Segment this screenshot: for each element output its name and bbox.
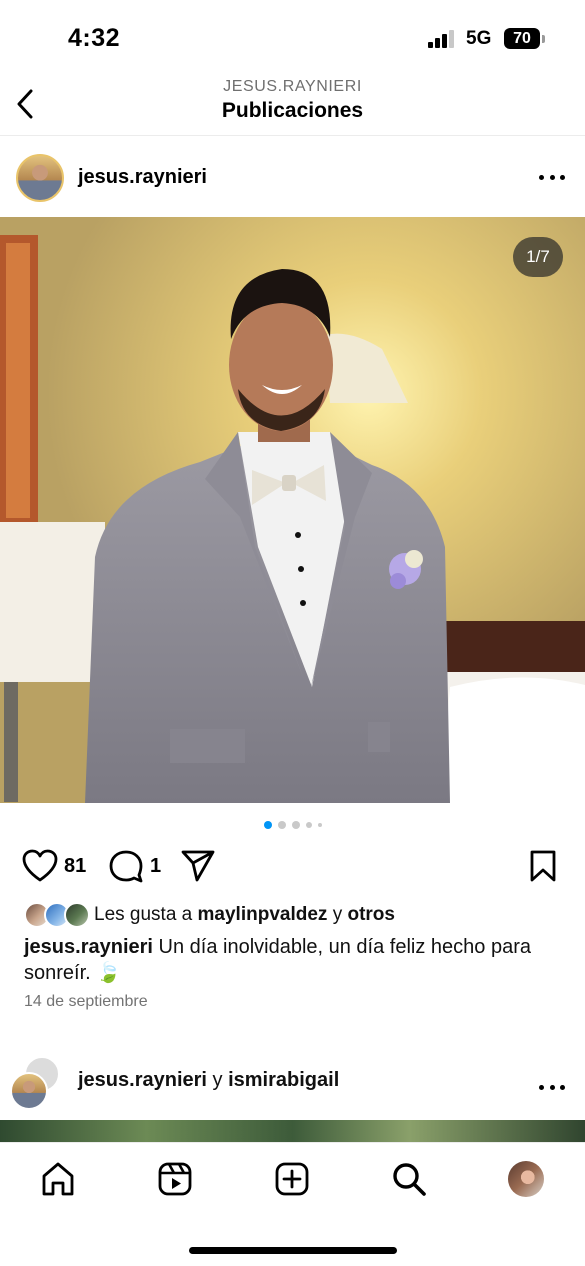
plus-square-icon <box>275 1162 309 1196</box>
next-post-user1[interactable]: jesus.raynieri <box>78 1069 207 1091</box>
tab-create[interactable] <box>272 1159 312 1199</box>
carousel-dot <box>305 822 312 828</box>
next-post-authors: jesus.raynieri y ismirabigail <box>78 1069 340 1091</box>
post-action-bar: 81 1 <box>0 843 585 889</box>
post-photo[interactable]: 1/7 <box>0 217 585 803</box>
status-bar: 4:32 5G 70 <box>0 0 585 70</box>
avatar <box>64 902 90 928</box>
next-post-header: jesus.raynieri y ismirabigail <box>0 1050 585 1120</box>
post-caption: jesus.raynieri Un día inolvidable, un dí… <box>24 934 564 986</box>
status-time: 4:32 <box>68 24 121 52</box>
tab-reels[interactable] <box>155 1159 195 1199</box>
tab-search[interactable] <box>389 1159 429 1199</box>
battery-icon: 70 <box>504 28 540 49</box>
caption-username[interactable]: jesus.raynieri <box>24 936 153 958</box>
share-button[interactable] <box>180 849 216 883</box>
post-author-username[interactable]: jesus.raynieri <box>78 166 207 189</box>
comment-button[interactable]: 1 <box>108 849 161 883</box>
home-indicator <box>189 1247 397 1254</box>
network-type: 5G <box>466 28 492 49</box>
reels-icon <box>158 1162 192 1196</box>
carousel-dot-active <box>263 821 272 829</box>
tab-profile[interactable] <box>506 1159 546 1199</box>
post-date: 14 de septiembre <box>24 993 148 1010</box>
comment-count: 1 <box>150 854 162 877</box>
next-post-photo[interactable] <box>0 1120 585 1142</box>
more-horizontal-icon <box>539 1084 544 1090</box>
post-more-button[interactable] <box>539 167 565 187</box>
liker-username[interactable]: maylinpvaldez <box>198 904 328 925</box>
liker-avatars <box>24 901 94 929</box>
bookmark-icon <box>530 850 556 882</box>
profile-avatar <box>508 1161 544 1197</box>
nav-header: JESUS.RAYNIERI Publicaciones <box>0 70 585 136</box>
like-count: 81 <box>64 854 87 877</box>
paper-plane-icon <box>181 850 215 882</box>
battery-tip <box>542 35 545 43</box>
collab-avatars[interactable] <box>10 1056 62 1110</box>
cellular-signal-icon <box>428 30 458 48</box>
save-button[interactable] <box>528 849 558 883</box>
tab-home[interactable] <box>38 1159 78 1199</box>
home-icon <box>42 1162 74 1196</box>
carousel-dot <box>277 821 286 829</box>
comment-icon <box>109 850 143 883</box>
carousel-indicator <box>0 820 585 830</box>
post-photo-image <box>0 217 585 803</box>
heart-icon <box>22 849 58 882</box>
next-post-user2[interactable]: ismirabigail <box>228 1069 339 1091</box>
others-link[interactable]: otros <box>347 904 395 925</box>
carousel-dot <box>291 821 300 829</box>
avatar <box>10 1072 48 1110</box>
more-horizontal-icon <box>539 174 544 180</box>
carousel-dot <box>317 823 322 827</box>
header-subtitle: JESUS.RAYNIERI <box>223 78 362 95</box>
page-title: Publicaciones <box>221 99 364 122</box>
post-header: jesus.raynieri <box>0 137 585 217</box>
photo-counter: 1/7 <box>513 237 563 277</box>
likes-summary[interactable]: Les gusta a maylinpvaldez y otros <box>24 900 395 930</box>
like-button[interactable]: 81 <box>22 849 86 883</box>
search-icon <box>393 1163 426 1196</box>
likes-text: Les gusta a maylinpvaldez y otros <box>94 904 395 925</box>
post-author-avatar[interactable] <box>16 154 64 202</box>
next-post-more-button[interactable] <box>539 1077 565 1097</box>
